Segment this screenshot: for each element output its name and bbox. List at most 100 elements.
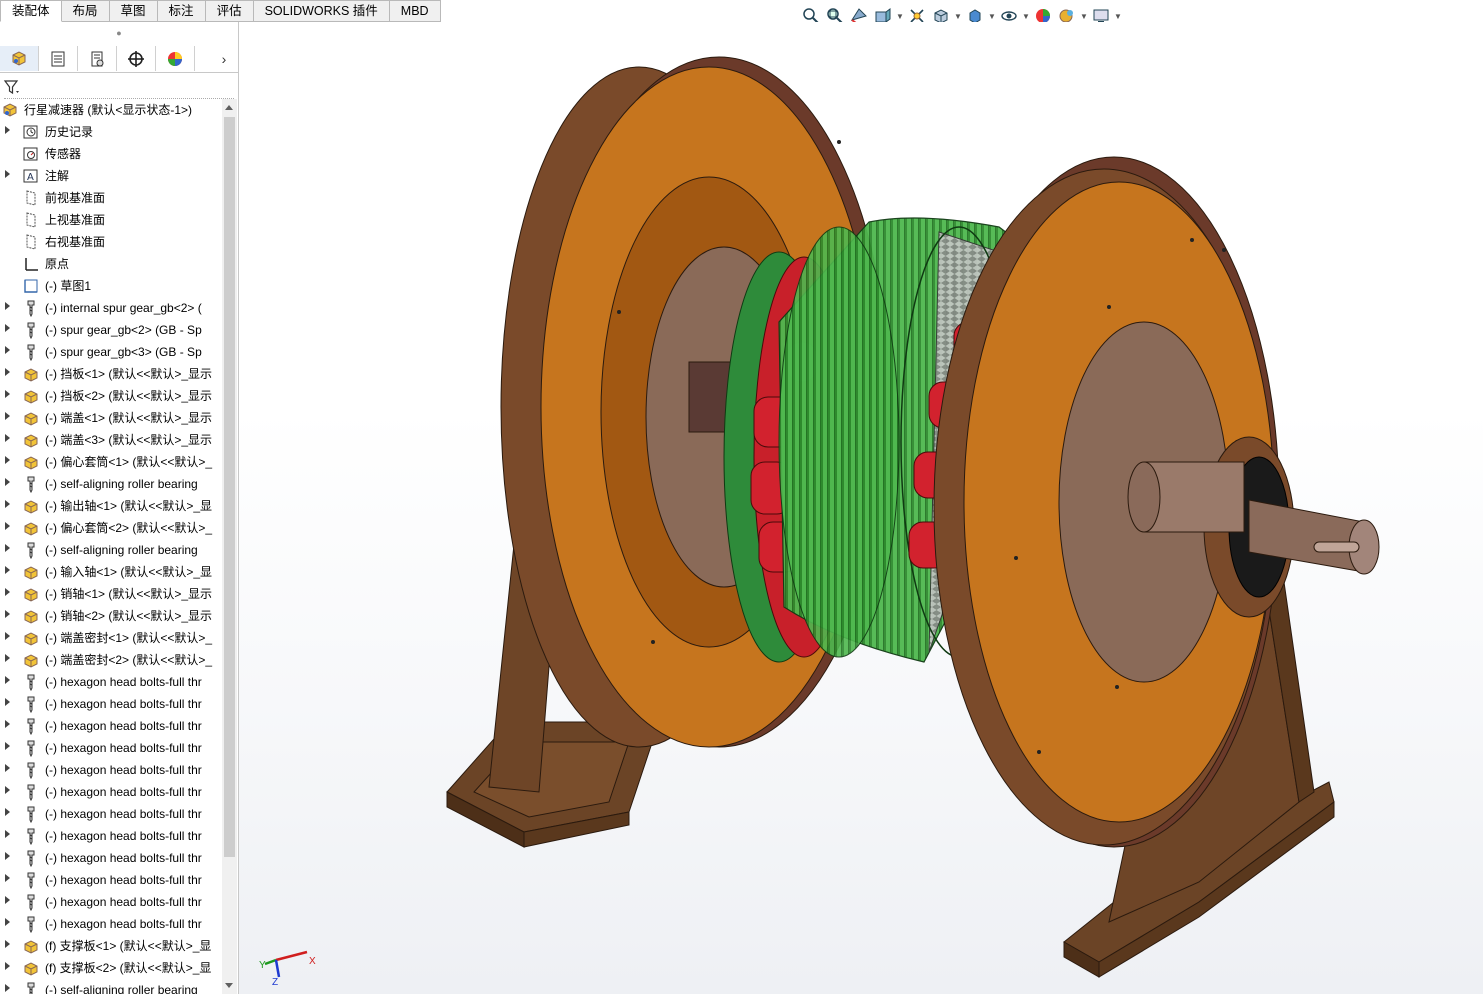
expand-arrow-icon[interactable] (5, 896, 10, 904)
expand-arrow-icon[interactable] (5, 984, 10, 992)
expand-arrow-icon[interactable] (5, 544, 10, 552)
expand-arrow-icon[interactable] (5, 676, 10, 684)
tree-item[interactable]: (-) 销轴<2> (默认<<默认>_显示 (0, 605, 222, 627)
tree-item[interactable]: (-) hexagon head bolts-full thr (0, 803, 222, 825)
tab-6[interactable]: MBD (389, 0, 441, 22)
tree-item[interactable]: (f) 支撑板<1> (默认<<默认>_显 (0, 935, 222, 957)
tree-item[interactable]: (-) 草图1 (0, 275, 222, 297)
toolbox-icon (22, 805, 40, 824)
tab-1[interactable]: 布局 (61, 0, 110, 22)
expand-arrow-icon[interactable] (5, 632, 10, 640)
command-manager-tabs: 装配体 布局 草图 标注 评估 SOLIDWORKS 插件 MBD (0, 0, 441, 22)
tree-item[interactable]: 前视基准面 (0, 187, 222, 209)
expand-arrow-icon[interactable] (5, 324, 10, 332)
expand-arrow-icon[interactable] (5, 170, 10, 178)
tree-item[interactable]: (-) hexagon head bolts-full thr (0, 825, 222, 847)
expand-arrow-icon[interactable] (5, 786, 10, 794)
dimxpert-icon[interactable] (117, 46, 156, 71)
tree-item[interactable]: (-) self-aligning roller bearing (0, 979, 222, 994)
tree-item[interactable]: (-) hexagon head bolts-full thr (0, 671, 222, 693)
expand-arrow-icon[interactable] (5, 588, 10, 596)
tree-item[interactable]: (-) 挡板<2> (默认<<默认>_显示 (0, 385, 222, 407)
expand-arrow-icon[interactable] (5, 126, 10, 134)
expand-arrow-icon[interactable] (5, 412, 10, 420)
tree-item[interactable]: (-) hexagon head bolts-full thr (0, 759, 222, 781)
panel-more-icon[interactable]: › (210, 46, 238, 71)
expand-arrow-icon[interactable] (5, 764, 10, 772)
tree-item[interactable]: (-) 端盖密封<2> (默认<<默认>_ (0, 649, 222, 671)
tree-item[interactable]: (-) hexagon head bolts-full thr (0, 715, 222, 737)
scroll-thumb[interactable] (224, 117, 235, 857)
tree-item-label: (-) hexagon head bolts-full thr (45, 697, 202, 711)
expand-arrow-icon[interactable] (5, 566, 10, 574)
expand-arrow-icon[interactable] (5, 390, 10, 398)
expand-arrow-icon[interactable] (5, 830, 10, 838)
tree-item[interactable]: 原点 (0, 253, 222, 275)
tree-item[interactable]: 传感器 (0, 143, 222, 165)
expand-arrow-icon[interactable] (5, 940, 10, 948)
tree-item[interactable]: (-) 销轴<1> (默认<<默认>_显示 (0, 583, 222, 605)
expand-arrow-icon[interactable] (5, 500, 10, 508)
tree-item[interactable]: (-) 端盖<3> (默认<<默认>_显示 (0, 429, 222, 451)
expand-arrow-icon[interactable] (5, 610, 10, 618)
tree-scrollbar[interactable] (222, 99, 237, 994)
tree-item[interactable]: (-) self-aligning roller bearing (0, 539, 222, 561)
tree-item[interactable]: 历史记录 (0, 121, 222, 143)
scroll-up-icon[interactable] (225, 105, 233, 110)
tab-2[interactable]: 草图 (109, 0, 158, 22)
scroll-down-icon[interactable] (225, 983, 233, 988)
expand-arrow-icon[interactable] (5, 808, 10, 816)
tree-item[interactable]: (-) 端盖密封<1> (默认<<默认>_ (0, 627, 222, 649)
tree-item[interactable]: 行星减速器 (默认<显示状态-1>) (0, 99, 222, 121)
tree-item[interactable]: (-) hexagon head bolts-full thr (0, 913, 222, 935)
tab-4[interactable]: 评估 (205, 0, 254, 22)
tab-3[interactable]: 标注 (157, 0, 206, 22)
filter-icon[interactable] (3, 78, 21, 96)
tree-item[interactable]: 上视基准面 (0, 209, 222, 231)
tree-item[interactable]: (-) hexagon head bolts-full thr (0, 737, 222, 759)
tree-item[interactable]: (-) 挡板<1> (默认<<默认>_显示 (0, 363, 222, 385)
expand-arrow-icon[interactable] (5, 456, 10, 464)
tree-item[interactable]: (f) 支撑板<2> (默认<<默认>_显 (0, 957, 222, 979)
tree-item-label: 历史记录 (45, 125, 94, 139)
tree-item[interactable]: (-) hexagon head bolts-full thr (0, 847, 222, 869)
expand-arrow-icon[interactable] (5, 962, 10, 970)
expand-arrow-icon[interactable] (5, 346, 10, 354)
tree-item[interactable]: (-) spur gear_gb<2> (GB - Sp (0, 319, 222, 341)
tree-item[interactable]: 右视基准面 (0, 231, 222, 253)
tree-item[interactable]: (-) hexagon head bolts-full thr (0, 781, 222, 803)
expand-arrow-icon[interactable] (5, 742, 10, 750)
tree-item[interactable]: (-) 偏心套筒<1> (默认<<默认>_ (0, 451, 222, 473)
tree-item[interactable]: A 注解 (0, 165, 222, 187)
tree-item[interactable]: (-) 输入轴<1> (默认<<默认>_显 (0, 561, 222, 583)
feature-manager-icon[interactable] (0, 46, 39, 71)
tree-item[interactable]: (-) hexagon head bolts-full thr (0, 693, 222, 715)
tree-item[interactable]: (-) 输出轴<1> (默认<<默认>_显 (0, 495, 222, 517)
configuration-manager-icon[interactable] (78, 46, 117, 71)
property-manager-icon[interactable] (39, 46, 78, 71)
expand-arrow-icon[interactable] (5, 368, 10, 376)
expand-arrow-icon[interactable] (5, 918, 10, 926)
assembly-model: X Y Z (259, 56, 1380, 988)
expand-arrow-icon[interactable] (5, 874, 10, 882)
expand-arrow-icon[interactable] (5, 852, 10, 860)
tree-item[interactable]: (-) hexagon head bolts-full thr (0, 869, 222, 891)
tree-item[interactable]: (-) spur gear_gb<3> (GB - Sp (0, 341, 222, 363)
expand-arrow-icon[interactable] (5, 698, 10, 706)
tree-item[interactable]: (-) self-aligning roller bearing (0, 473, 222, 495)
tree-item[interactable]: (-) hexagon head bolts-full thr (0, 891, 222, 913)
tree-item[interactable]: (-) internal spur gear_gb<2> ( (0, 297, 222, 319)
expand-arrow-icon[interactable] (5, 478, 10, 486)
expand-arrow-icon[interactable] (5, 434, 10, 442)
tab-5[interactable]: SOLIDWORKS 插件 (253, 0, 390, 22)
expand-arrow-icon[interactable] (5, 522, 10, 530)
expand-arrow-icon[interactable] (5, 302, 10, 310)
tree-item[interactable]: (-) 端盖<1> (默认<<默认>_显示 (0, 407, 222, 429)
display-manager-icon[interactable] (156, 46, 195, 71)
expand-arrow-icon[interactable] (5, 654, 10, 662)
tree-item[interactable]: (-) 偏心套筒<2> (默认<<默认>_ (0, 517, 222, 539)
panel-grip-icon[interactable]: ● (0, 22, 238, 44)
tab-0[interactable]: 装配体 (0, 0, 62, 22)
expand-arrow-icon[interactable] (5, 720, 10, 728)
graphics-area[interactable]: X Y Z (239, 22, 1483, 994)
